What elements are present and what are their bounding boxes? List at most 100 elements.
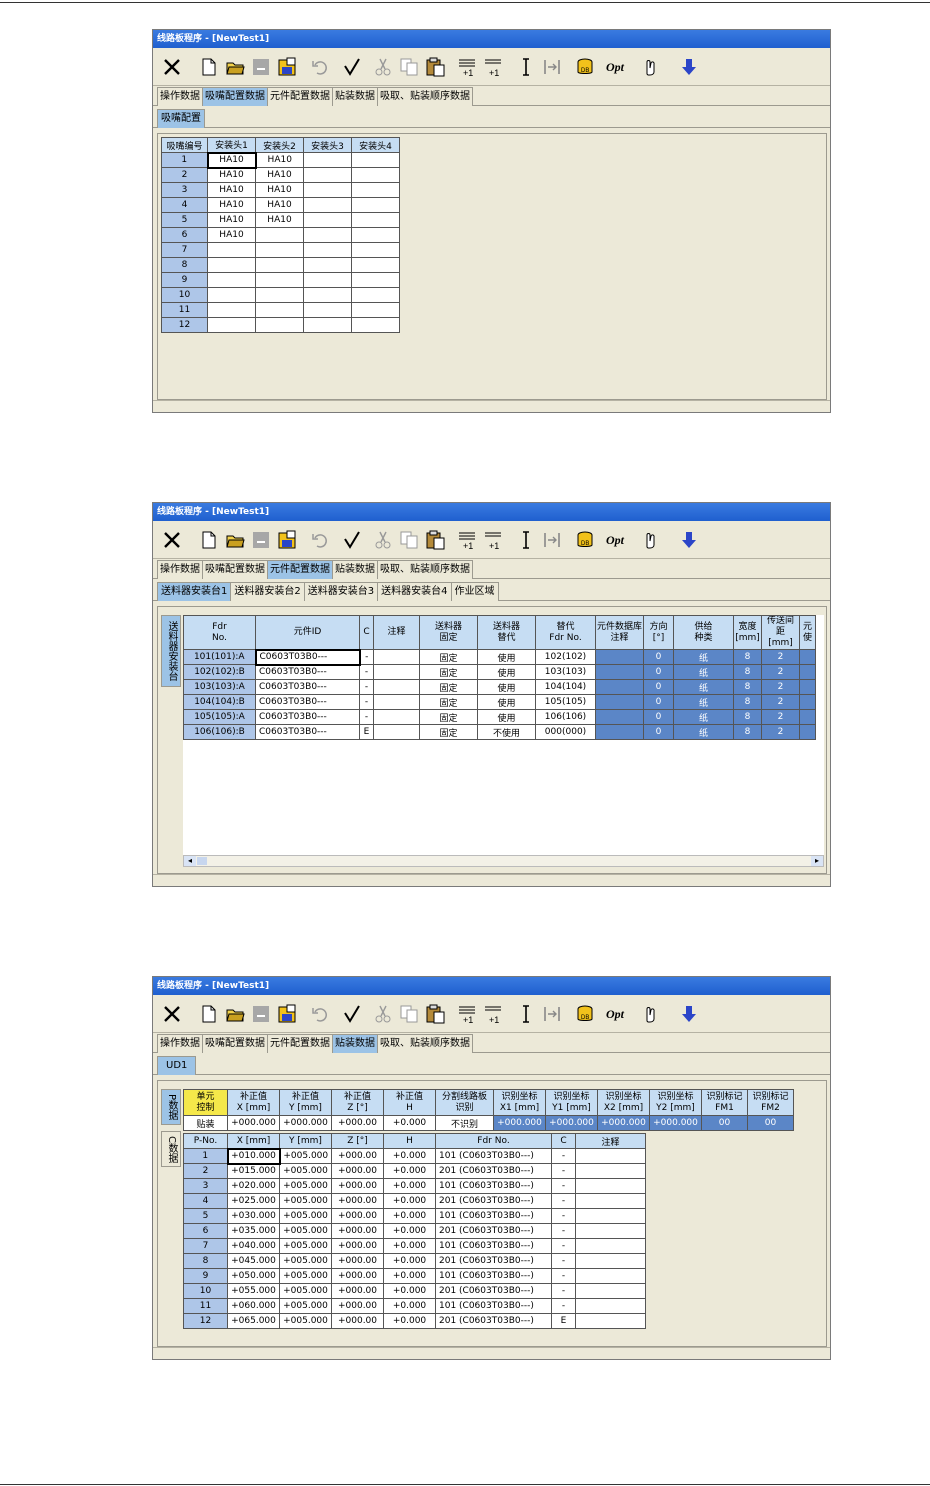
table-cell[interactable]: 4 xyxy=(183,1193,228,1209)
table-cell[interactable]: 2 xyxy=(183,1163,228,1179)
table-cell[interactable]: 8 xyxy=(733,709,762,725)
table-cell[interactable]: 5 xyxy=(161,212,208,228)
table-cell[interactable]: +000.00 xyxy=(331,1283,384,1299)
table-cell[interactable]: 2 xyxy=(761,694,800,710)
table-cell[interactable] xyxy=(351,287,400,303)
table-cell[interactable]: E xyxy=(551,1313,576,1329)
paste-icon[interactable] xyxy=(423,1002,447,1026)
table-cell[interactable]: HA10 xyxy=(207,167,256,183)
table-cell[interactable] xyxy=(255,257,304,273)
table-cell[interactable]: +000.00 xyxy=(331,1178,384,1194)
close-icon[interactable] xyxy=(160,528,184,552)
table-cell[interactable]: 201 (C0603T03B0---) xyxy=(435,1253,552,1269)
table-cell[interactable] xyxy=(255,227,304,243)
table-cell[interactable]: +065.000 xyxy=(227,1313,280,1329)
undo-icon[interactable] xyxy=(308,55,332,79)
table-cell[interactable]: 0 xyxy=(643,724,674,740)
table-cell[interactable]: 8 xyxy=(733,679,762,695)
table-cell[interactable] xyxy=(595,709,644,725)
table-cell[interactable]: - xyxy=(359,649,374,665)
table-cell[interactable] xyxy=(303,182,352,198)
jump-icon[interactable] xyxy=(540,1002,564,1026)
table-cell[interactable]: - xyxy=(551,1238,576,1254)
table-cell[interactable]: 纸 xyxy=(673,724,734,740)
table-cell[interactable]: +000.000 xyxy=(649,1115,702,1131)
download-arrow-icon[interactable] xyxy=(677,528,701,552)
table-cell[interactable]: 3 xyxy=(183,1178,228,1194)
database-icon[interactable]: DB xyxy=(573,1002,597,1026)
table-cell[interactable] xyxy=(799,724,816,740)
new-file-icon[interactable] xyxy=(197,55,221,79)
table-cell[interactable] xyxy=(799,694,816,710)
check-icon[interactable] xyxy=(340,1002,364,1026)
table-cell[interactable]: 8 xyxy=(733,724,762,740)
table-cell[interactable]: +000.00 xyxy=(331,1223,384,1239)
paste-icon[interactable] xyxy=(423,55,447,79)
tab-main-2[interactable]: 吸嘴配置数据 xyxy=(202,1034,268,1053)
table-cell[interactable] xyxy=(799,679,816,695)
table-cell[interactable]: 201 (C0603T03B0---) xyxy=(435,1283,552,1299)
opt-icon[interactable]: Opt xyxy=(603,1002,627,1026)
table-cell[interactable]: +000.000 xyxy=(493,1115,546,1131)
table-cell[interactable]: HA10 xyxy=(255,182,304,198)
table-cell[interactable]: 0 xyxy=(643,694,674,710)
table-cell[interactable] xyxy=(575,1313,646,1329)
table-cell[interactable]: HA10 xyxy=(206,151,257,169)
table-cell[interactable]: +000.00 xyxy=(331,1268,384,1284)
table-cell[interactable]: C0603T03B0--- xyxy=(255,709,360,725)
table-cell[interactable]: - xyxy=(359,664,374,680)
table-cell[interactable]: +0.000 xyxy=(383,1313,436,1329)
table-cell[interactable]: C0603T03B0--- xyxy=(254,648,361,666)
table-cell[interactable]: 使用 xyxy=(477,679,536,695)
tab-feeder-5[interactable]: 作业区域 xyxy=(450,582,499,601)
table-cell[interactable] xyxy=(575,1223,646,1239)
table-cell[interactable]: 纸 xyxy=(673,679,734,695)
table-cell[interactable]: 纸 xyxy=(673,649,734,665)
save-disabled-icon[interactable] xyxy=(249,1002,273,1026)
table-cell[interactable]: 8 xyxy=(733,664,762,680)
tab-main-4[interactable]: 贴装数据 xyxy=(332,87,378,106)
table-cell[interactable]: +0.000 xyxy=(383,1178,436,1194)
copy-icon[interactable] xyxy=(397,55,421,79)
table-cell[interactable]: +005.000 xyxy=(279,1238,332,1254)
tab-feeder-table-vertical[interactable]: 送料器安装台 xyxy=(161,615,181,687)
cut-icon[interactable] xyxy=(371,55,395,79)
table-cell[interactable]: +000.00 xyxy=(331,1193,384,1209)
table-cell[interactable]: +0.000 xyxy=(383,1253,436,1269)
cursor-icon[interactable] xyxy=(514,528,538,552)
tab-main-1[interactable]: 操作数据 xyxy=(157,1034,203,1053)
table-cell[interactable]: HA10 xyxy=(207,197,256,213)
table-cell[interactable]: 101 (C0603T03B0---) xyxy=(435,1148,552,1164)
table-cell[interactable] xyxy=(207,317,256,333)
table-cell[interactable]: HA10 xyxy=(255,212,304,228)
table-cell[interactable] xyxy=(255,272,304,288)
open-folder-icon[interactable] xyxy=(223,1002,247,1026)
table-cell[interactable]: +0.000 xyxy=(383,1115,436,1131)
table-cell[interactable]: 固定 xyxy=(419,709,478,725)
table-cell[interactable]: 6 xyxy=(183,1223,228,1239)
table-cell[interactable] xyxy=(255,302,304,318)
tab-main-4[interactable]: 贴装数据 xyxy=(332,560,378,579)
table-cell[interactable] xyxy=(373,679,420,695)
table-cell[interactable]: 9 xyxy=(183,1268,228,1284)
table-cell[interactable]: 201 (C0603T03B0---) xyxy=(435,1193,552,1209)
download-arrow-icon[interactable] xyxy=(677,55,701,79)
table-cell[interactable]: +0.000 xyxy=(383,1268,436,1284)
table-cell[interactable]: +000.00 xyxy=(331,1298,384,1314)
table-cell[interactable] xyxy=(575,1208,646,1224)
table-cell[interactable]: 贴装 xyxy=(183,1115,228,1131)
table-cell[interactable] xyxy=(351,257,400,273)
copy-icon[interactable] xyxy=(397,528,421,552)
table-cell[interactable]: 固定 xyxy=(419,664,478,680)
table-cell[interactable] xyxy=(303,227,352,243)
table-cell[interactable] xyxy=(575,1163,646,1179)
table-cell[interactable]: +0.000 xyxy=(383,1163,436,1179)
table-cell[interactable]: 纸 xyxy=(673,664,734,680)
table-cell[interactable]: HA10 xyxy=(255,197,304,213)
table-cell[interactable] xyxy=(303,257,352,273)
table-cell[interactable] xyxy=(595,724,644,740)
table-cell[interactable]: +020.000 xyxy=(227,1178,280,1194)
table-cell[interactable] xyxy=(303,302,352,318)
tab-main-5[interactable]: 吸取、贴装顺序数据 xyxy=(377,1034,473,1053)
tab-main-3[interactable]: 元件配置数据 xyxy=(267,560,333,579)
